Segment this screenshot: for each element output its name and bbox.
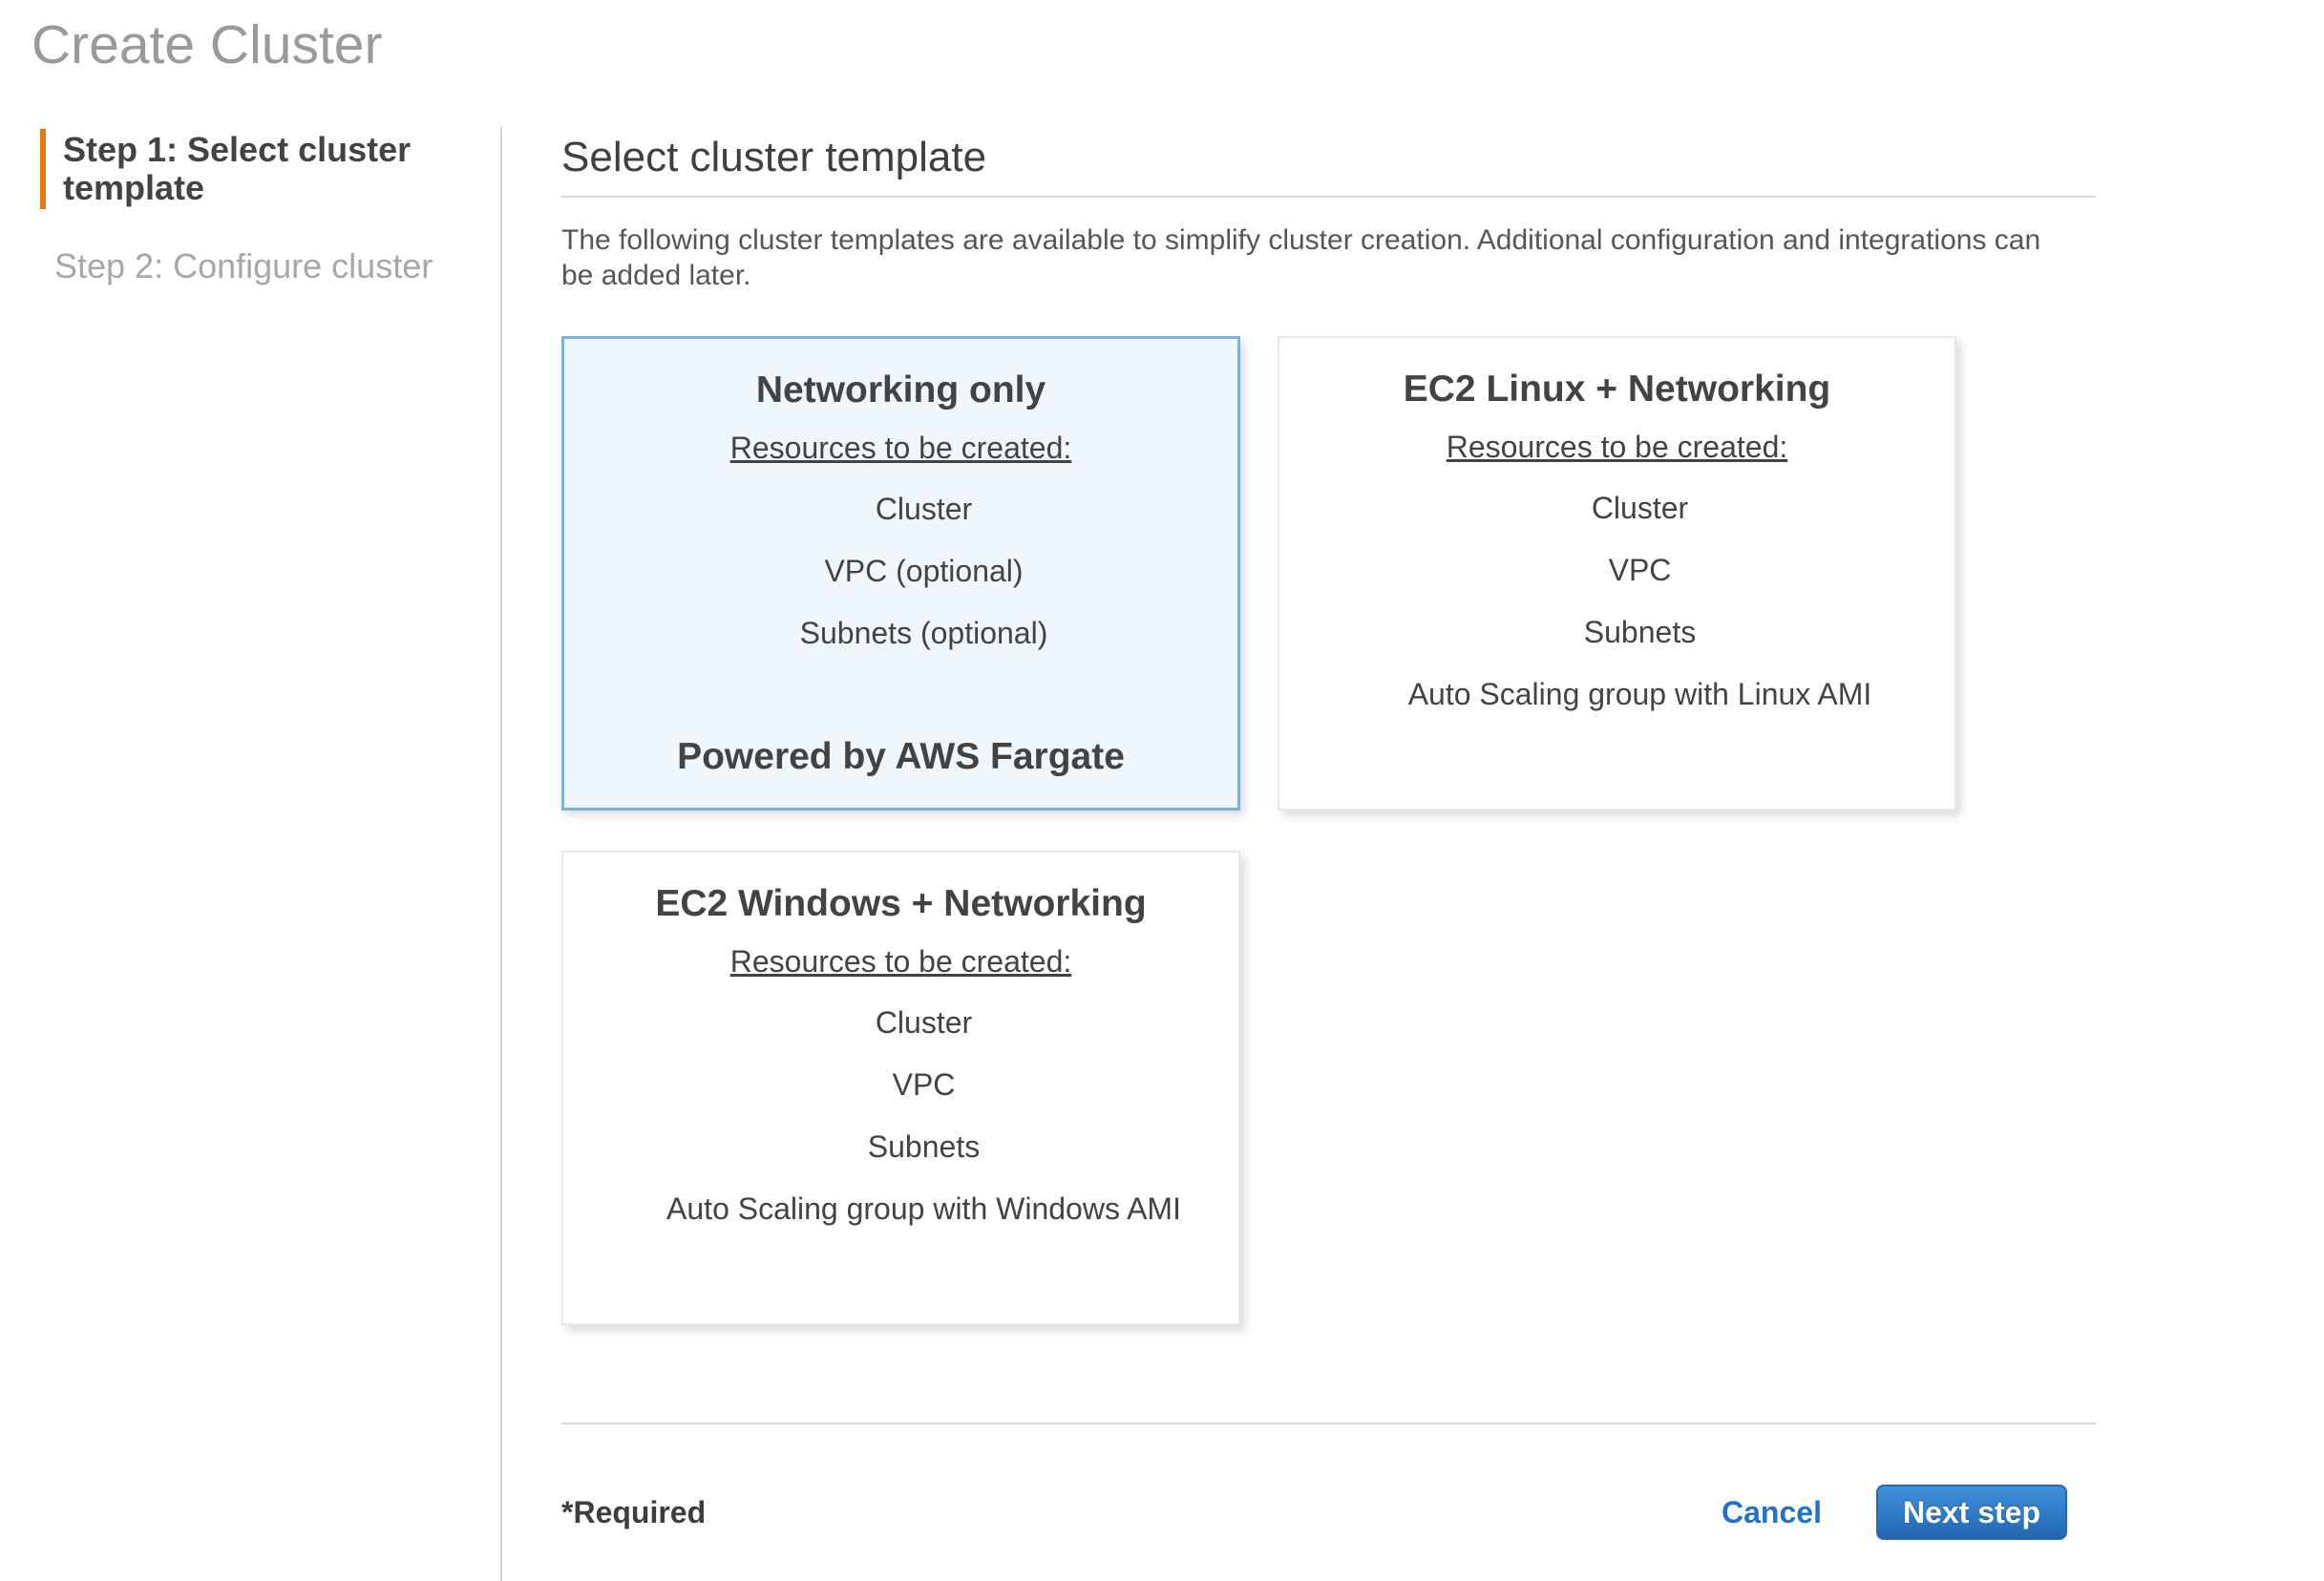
resource-item: Subnets — [666, 1128, 1181, 1165]
next-step-button[interactable]: Next step — [1876, 1485, 2067, 1540]
footer-divider — [561, 1423, 2096, 1424]
resource-item: Cluster — [1408, 490, 1872, 526]
card-title: EC2 Linux + Networking — [1404, 367, 1831, 411]
cancel-button[interactable]: Cancel — [1722, 1495, 1822, 1530]
card-resources-list: Cluster VPC (optional) Subnets (optional… — [754, 491, 1048, 651]
wizard-layout: Step 1: Select cluster template Step 2: … — [0, 127, 2324, 1581]
resource-item: VPC (optional) — [800, 553, 1048, 589]
heading-divider — [561, 196, 2096, 198]
resource-item: Cluster — [666, 1004, 1181, 1041]
resource-item: VPC — [666, 1066, 1181, 1103]
sidebar-step-1-select-cluster-template[interactable]: Step 1: Select cluster template — [40, 129, 500, 209]
card-title: EC2 Windows + Networking — [655, 881, 1146, 926]
card-footer-note: Powered by AWS Fargate — [677, 734, 1125, 779]
section-heading: Select cluster template — [561, 133, 2096, 182]
resource-item: Auto Scaling group with Linux AMI — [1408, 676, 1872, 712]
resource-item: Subnets (optional) — [800, 615, 1048, 651]
card-resources-label: Resources to be created: — [1447, 429, 1788, 465]
main-panel: Select cluster template The following cl… — [500, 127, 2324, 1581]
section-description: The following cluster templates are avai… — [561, 222, 2056, 293]
card-resources-list: Cluster VPC Subnets Auto Scaling group w… — [621, 1004, 1181, 1227]
card-resources-list: Cluster VPC Subnets Auto Scaling group w… — [1363, 490, 1872, 712]
template-card-ec2-windows-networking[interactable]: EC2 Windows + Networking Resources to be… — [561, 851, 1240, 1325]
resource-item: Subnets — [1408, 614, 1872, 650]
template-cards: Networking only Resources to be created:… — [561, 336, 1965, 1325]
template-card-networking-only[interactable]: Networking only Resources to be created:… — [561, 336, 1240, 811]
footer-action-bar: *Required Cancel Next step — [561, 1485, 2096, 1540]
card-title: Networking only — [756, 368, 1046, 412]
card-resources-label: Resources to be created: — [730, 943, 1072, 980]
required-note: *Required — [561, 1495, 706, 1530]
resource-item: Cluster — [800, 491, 1048, 527]
resource-item: VPC — [1408, 552, 1872, 588]
card-resources-label: Resources to be created: — [730, 430, 1072, 466]
wizard-steps-sidebar: Step 1: Select cluster template Step 2: … — [0, 127, 500, 1581]
sidebar-step-2-configure-cluster[interactable]: Step 2: Configure cluster — [54, 245, 500, 287]
page-title: Create Cluster — [0, 0, 2324, 76]
resource-item: Auto Scaling group with Windows AMI — [666, 1191, 1181, 1227]
template-card-ec2-linux-networking[interactable]: EC2 Linux + Networking Resources to be c… — [1278, 336, 1956, 811]
